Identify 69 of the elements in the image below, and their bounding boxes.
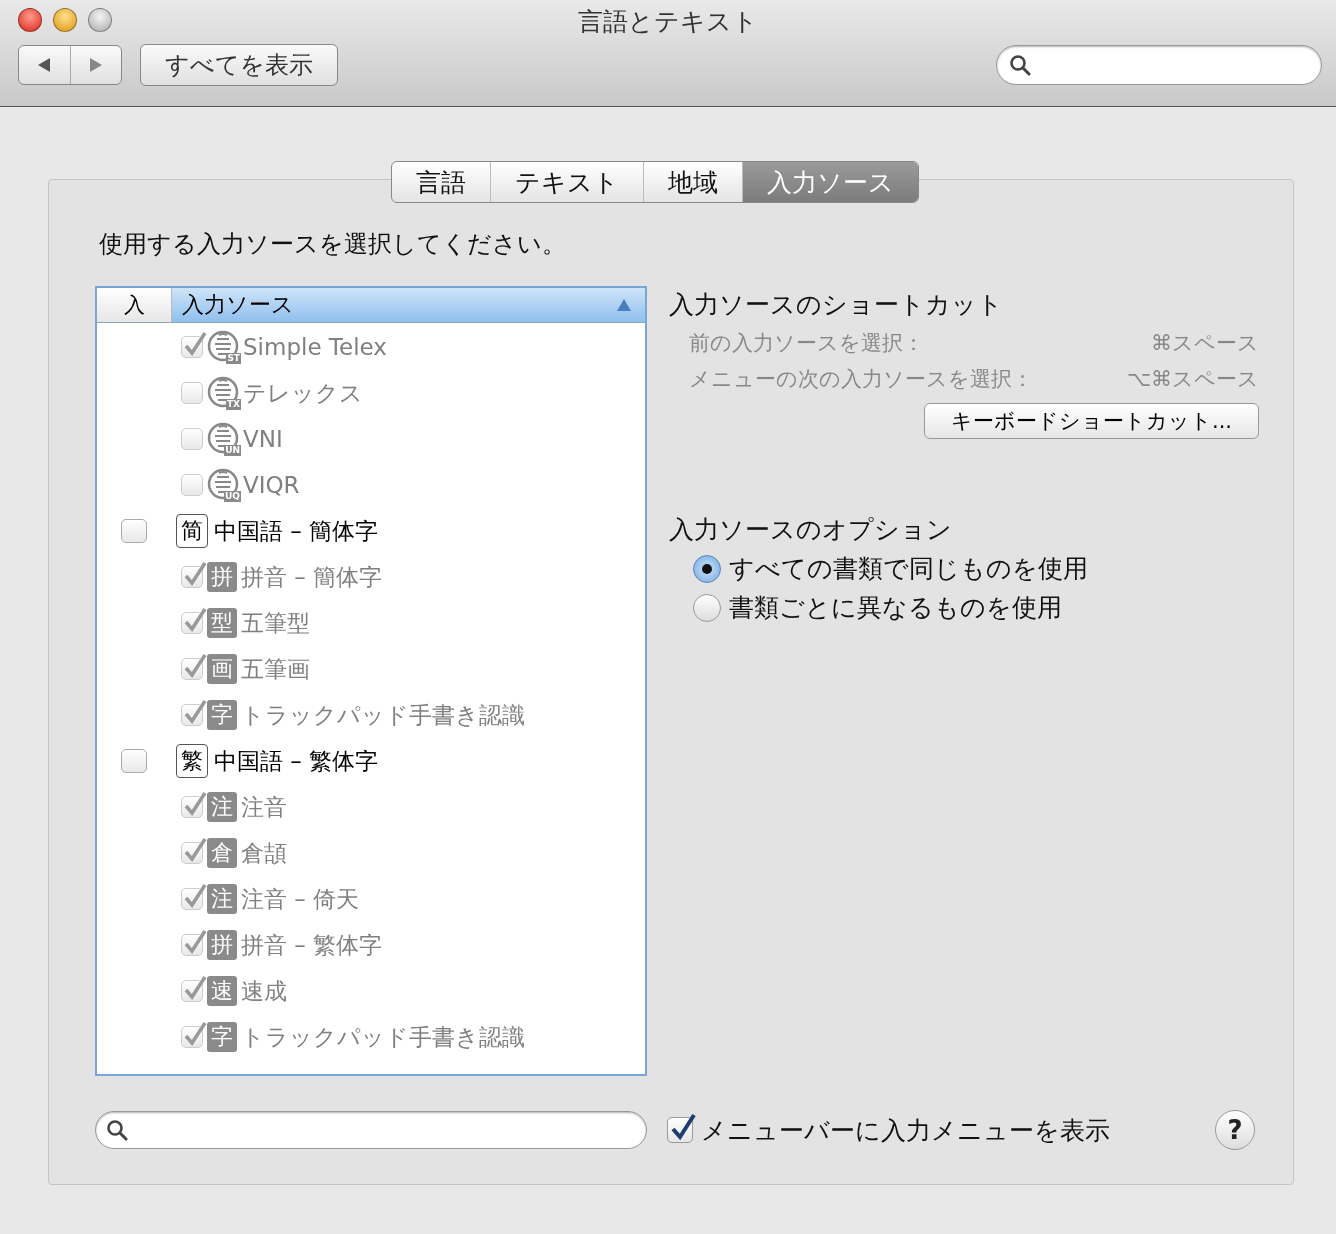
shortcut-label: メニューの次の入力ソースを選択：	[689, 366, 1033, 393]
source-label: テレックス	[243, 378, 363, 408]
input-source-icon: 型	[207, 608, 237, 638]
search-field[interactable]	[95, 1111, 647, 1149]
input-source-icon	[207, 422, 241, 456]
input-source-icon	[207, 468, 241, 502]
input-source-icon: 注	[207, 884, 237, 914]
radio-button[interactable]	[693, 554, 721, 583]
shortcut-keys: ⌘スペース	[1151, 329, 1259, 357]
shortcut-label: 前の入力ソースを選択：	[689, 330, 924, 357]
search-field[interactable]	[996, 45, 1322, 85]
radio-label: すべての書類で同じものを使用	[729, 553, 1088, 585]
source-label: 五筆型	[241, 608, 310, 638]
right-triangle-icon	[87, 56, 104, 74]
tab[interactable]: 言語	[392, 162, 490, 202]
help-button[interactable]: ?	[1215, 1110, 1255, 1150]
source-label: トラックパッド手書き認識	[241, 1022, 525, 1052]
section-heading: 入力ソースのショートカット	[669, 289, 1004, 321]
source-label: VNI	[243, 426, 283, 452]
instruction-text: 使用する入力ソースを選択してください。	[99, 229, 566, 260]
input-source-icon: 注	[207, 792, 237, 822]
source-label: VIQR	[243, 472, 300, 498]
minimize-button[interactable]	[53, 8, 77, 32]
icon-badge: ST	[226, 353, 241, 364]
icon-badge: UN	[224, 445, 241, 456]
input-source-icon: 倉	[207, 838, 237, 868]
icon-badge: UQ	[224, 491, 241, 502]
zoom-button[interactable]	[88, 8, 112, 32]
checkbox[interactable]	[121, 749, 147, 773]
search-icon	[106, 1119, 128, 1141]
input-source-icon: 拼	[207, 562, 237, 592]
input-source-icon: 速	[207, 976, 237, 1006]
window-title: 言語とテキスト	[578, 7, 758, 36]
input-source-icon	[207, 376, 241, 410]
source-label: 速成	[241, 976, 287, 1006]
source-label: 中国語 – 簡体字	[214, 516, 379, 546]
source-label: 中国語 – 繁体字	[214, 746, 379, 776]
section-heading: 入力ソースのオプション	[669, 514, 953, 546]
language-icon: 简	[176, 514, 208, 548]
input-source-icon: 字	[207, 1022, 237, 1052]
source-label: 注音	[241, 792, 287, 822]
input-source-icon: 拼	[207, 930, 237, 960]
checkbox[interactable]	[667, 1117, 693, 1143]
language-icon: 繁	[176, 744, 208, 778]
input-source-icon: 字	[207, 700, 237, 730]
source-label: Simple Telex	[243, 334, 387, 360]
left-triangle-icon	[36, 56, 53, 74]
source-label: 注音 – 倚天	[241, 884, 360, 914]
checkbox[interactable]	[121, 519, 147, 543]
close-button[interactable]	[18, 8, 42, 32]
input-source-icon: 画	[207, 654, 237, 684]
column-header[interactable]: 入	[97, 288, 172, 322]
source-label: 拼音 – 繁体字	[241, 930, 383, 960]
icon-badge: TX	[225, 399, 241, 410]
show-all-button[interactable]: すべてを表示	[140, 44, 338, 86]
column-header[interactable]: 入力ソース	[172, 288, 645, 322]
keyboard-shortcuts-button[interactable]: キーボードショートカット...	[923, 403, 1259, 439]
radio-button[interactable]	[693, 593, 721, 622]
source-label: 五筆画	[241, 654, 310, 684]
source-label: 倉頡	[241, 838, 287, 868]
input-source-icon	[207, 330, 241, 364]
radio-label: 書類ごとに異なるものを使用	[729, 592, 1062, 624]
source-label: トラックパッド手書き認識	[241, 700, 525, 730]
sort-ascending-icon	[617, 299, 631, 311]
search-icon	[1009, 54, 1031, 76]
source-label: 拼音 – 簡体字	[241, 562, 383, 592]
checkbox-label: メニューバーに入力メニューを表示	[701, 1114, 1110, 1147]
tab[interactable]: テキスト	[490, 162, 643, 202]
shortcut-keys: ⌥⌘スペース	[1126, 365, 1259, 393]
